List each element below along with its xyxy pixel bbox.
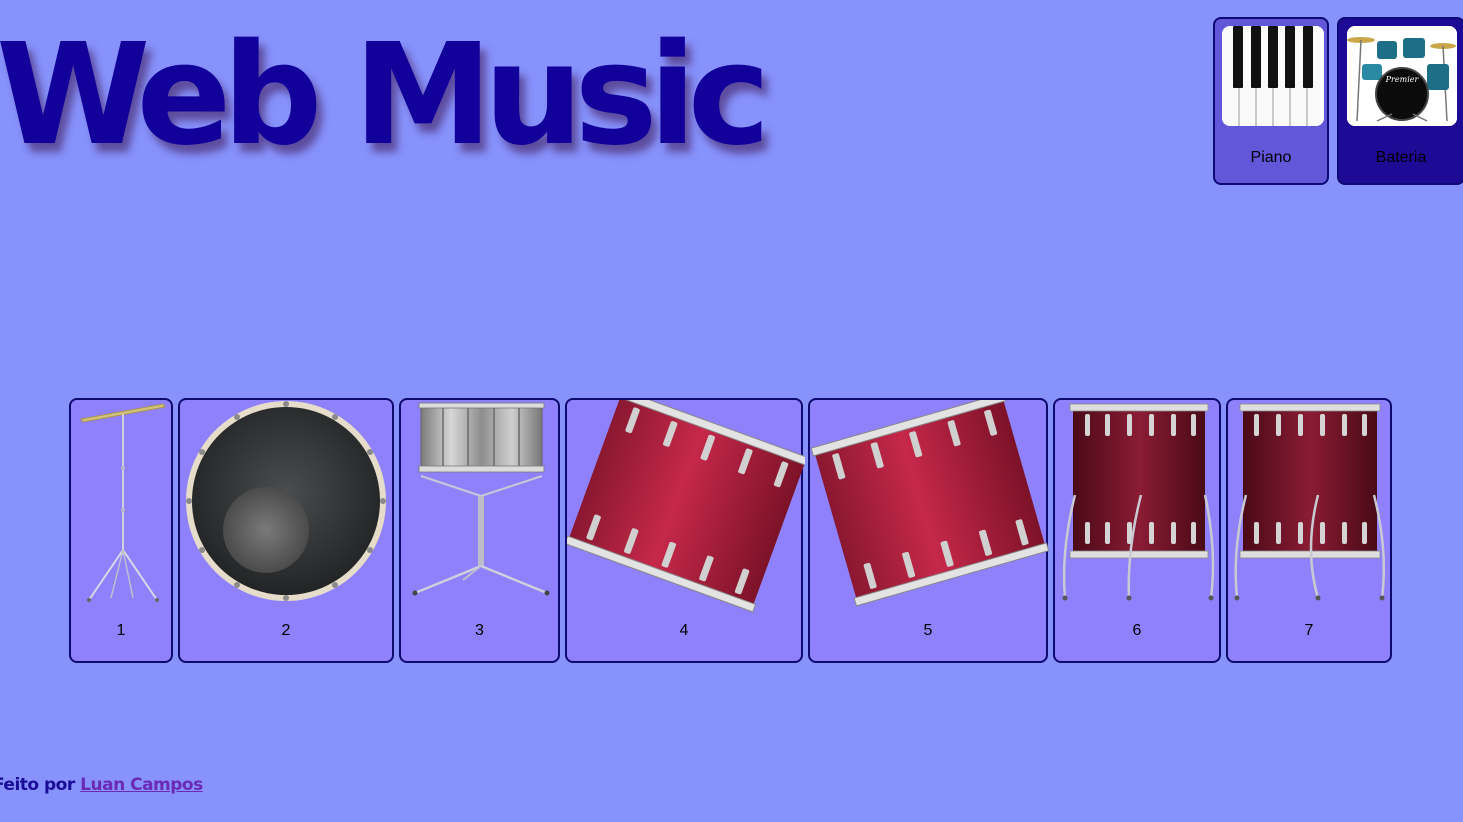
drum-pad-7-number: 7 (1304, 622, 1314, 639)
floor-tom-image (1062, 403, 1215, 601)
bass-drum-image (186, 401, 386, 601)
page-title: Web Music (0, 14, 771, 177)
footer-prefix: Feito por (0, 775, 75, 795)
author-link[interactable]: Luan Campos (80, 775, 203, 795)
drum-pad-7[interactable]: 7 (1226, 398, 1392, 663)
drum-pad-5-number: 5 (923, 622, 933, 639)
tom-drum-image (567, 400, 805, 613)
floor-tom-image (1234, 403, 1386, 601)
footer: Feito por Luan Campos (0, 775, 203, 795)
drum-pad-4[interactable]: 4 (565, 398, 805, 663)
drum-pad-2[interactable]: 2 (178, 398, 394, 663)
drum-pad-6[interactable]: 6 (1053, 398, 1221, 663)
drum-pad-5[interactable]: 5 (808, 398, 1050, 663)
nav-piano-label: Piano (1250, 149, 1292, 166)
nav-piano-button[interactable]: Piano (1213, 17, 1329, 185)
drum-pad-1[interactable]: 1 (69, 398, 173, 663)
drum-pad-1-number: 1 (116, 622, 126, 639)
drum-pad-2-number: 2 (281, 622, 291, 639)
drum-pad-6-number: 6 (1132, 622, 1142, 639)
piano-keys-image (1222, 26, 1324, 126)
drum-pad-4-number: 4 (679, 622, 689, 639)
cymbal-image (80, 403, 166, 602)
svg-text:Premier: Premier (1385, 75, 1420, 84)
drum-pad-3[interactable]: 3 (399, 398, 560, 663)
drum-pad-3-number: 3 (475, 622, 484, 639)
nav-bateria-button[interactable]: Premier Bateria (1337, 17, 1463, 185)
drum-kit-image: Premier (1347, 26, 1457, 126)
snare-drum-image (412, 402, 550, 596)
tom-drum-image (810, 400, 1050, 607)
nav-bateria-label: Bateria (1375, 149, 1427, 166)
